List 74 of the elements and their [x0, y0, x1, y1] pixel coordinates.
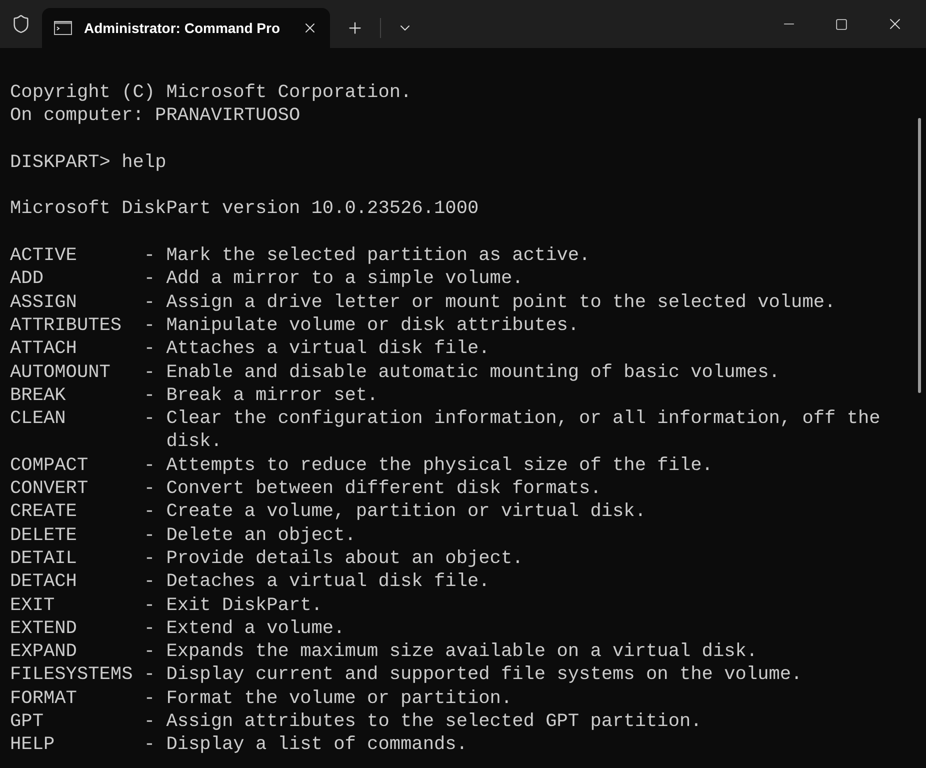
command-text: help: [122, 150, 166, 174]
command-name: EXIT: [10, 594, 56, 617]
command-name: DELETE: [10, 524, 78, 547]
command-description: Display current and supported file systems on the volume.: [166, 663, 804, 687]
command-description: Display a list of commands.: [166, 733, 468, 757]
command-name: EXTEND: [10, 616, 78, 640]
dash: -: [144, 663, 156, 687]
dash: -: [144, 337, 156, 361]
command-name: CLEAN: [10, 407, 67, 432]
command-name: DETAIL: [10, 546, 78, 570]
command-description: Mark the selected partition as active.: [166, 244, 592, 268]
command-name: ADD: [10, 267, 44, 291]
command-description: Manipulate volume or disk attributes.: [166, 314, 580, 338]
dash: -: [144, 686, 156, 710]
command-description: Assign attributes to the selected GPT partition.: [166, 710, 703, 734]
command-description: Attaches a virtual disk file.: [166, 337, 491, 361]
command-description: Extend a volume.: [166, 616, 346, 640]
command-name: HELP: [10, 733, 56, 757]
dash: -: [144, 290, 156, 314]
command-name: CREATE: [10, 500, 78, 524]
command-name: AUTOMOUNT: [10, 360, 112, 384]
command-description: Add a mirror to a simple volume.: [166, 267, 524, 291]
console-line: Copyright (C) Microsoft Corporation.: [10, 81, 412, 104]
command-name: FILESYSTEMS: [10, 663, 134, 687]
dash: -: [144, 710, 156, 734]
dash: -: [144, 244, 156, 268]
command-name: DETACH: [10, 570, 78, 594]
terminal-tab[interactable]: Administrator: Command Pro: [42, 8, 330, 48]
dash: -: [144, 570, 156, 594]
dash: -: [144, 594, 156, 617]
command-description: Break a mirror set.: [166, 384, 380, 408]
dash: -: [144, 360, 156, 384]
dash: -: [144, 477, 156, 500]
command-name: ASSIGN: [10, 290, 78, 314]
console-line: On computer: PRANAVIRTUOSO: [10, 104, 300, 128]
dash: -: [144, 500, 156, 524]
command-description: Format the volume or partition.: [166, 686, 514, 710]
command-name: EXPAND: [10, 640, 78, 664]
prompt: DISKPART>: [10, 150, 110, 174]
command-description: Enable and disable automatic mounting of basic volumes.: [166, 360, 781, 384]
command-name: CONVERT: [10, 477, 90, 500]
command-description: Attempts to reduce the physical size of the file.: [166, 454, 714, 478]
dash: -: [144, 524, 156, 547]
command-name: FORMAT: [10, 686, 78, 710]
command-name: GPT: [10, 710, 44, 734]
shield-icon: [11, 14, 31, 34]
console-line: Microsoft DiskPart version 10.0.23526.1000: [10, 197, 479, 221]
tab-title: Administrator: Command Pro: [84, 18, 280, 38]
dash: -: [144, 640, 156, 664]
command-name: COMPACT: [10, 454, 90, 478]
command-name: ACTIVE: [10, 244, 78, 268]
dash: -: [144, 267, 156, 291]
dash: -: [144, 407, 156, 432]
command-description: Assign a drive letter or mount point to the selected volume.: [166, 290, 837, 314]
dash: -: [144, 733, 156, 757]
command-description: Convert between different disk formats.: [166, 477, 602, 500]
command-description: Create a volume, partition or virtual disk.: [166, 500, 647, 524]
command-description: Clear the configuration information, or all information, off the disk.: [166, 407, 882, 454]
dash: -: [144, 384, 156, 408]
dash: -: [144, 454, 156, 478]
command-description: Delete an object.: [166, 524, 357, 547]
maximize-icon[interactable]: [835, 18, 848, 30]
terminal-icon: [54, 21, 72, 35]
command-description: Provide details about an object.: [166, 546, 524, 570]
command-name: ATTRIBUTES: [10, 314, 123, 338]
scrollbar-thumb[interactable]: [918, 118, 920, 393]
command-name: BREAK: [10, 384, 67, 408]
dash: -: [144, 546, 156, 570]
dash: -: [144, 314, 156, 338]
command-description: Expands the maximum size available on a virtual disk.: [166, 640, 759, 664]
command-description: Detaches a virtual disk file.: [166, 570, 491, 594]
command-name: ATTACH: [10, 337, 78, 361]
command-description: Exit DiskPart.: [166, 594, 324, 617]
dash: -: [144, 616, 156, 640]
